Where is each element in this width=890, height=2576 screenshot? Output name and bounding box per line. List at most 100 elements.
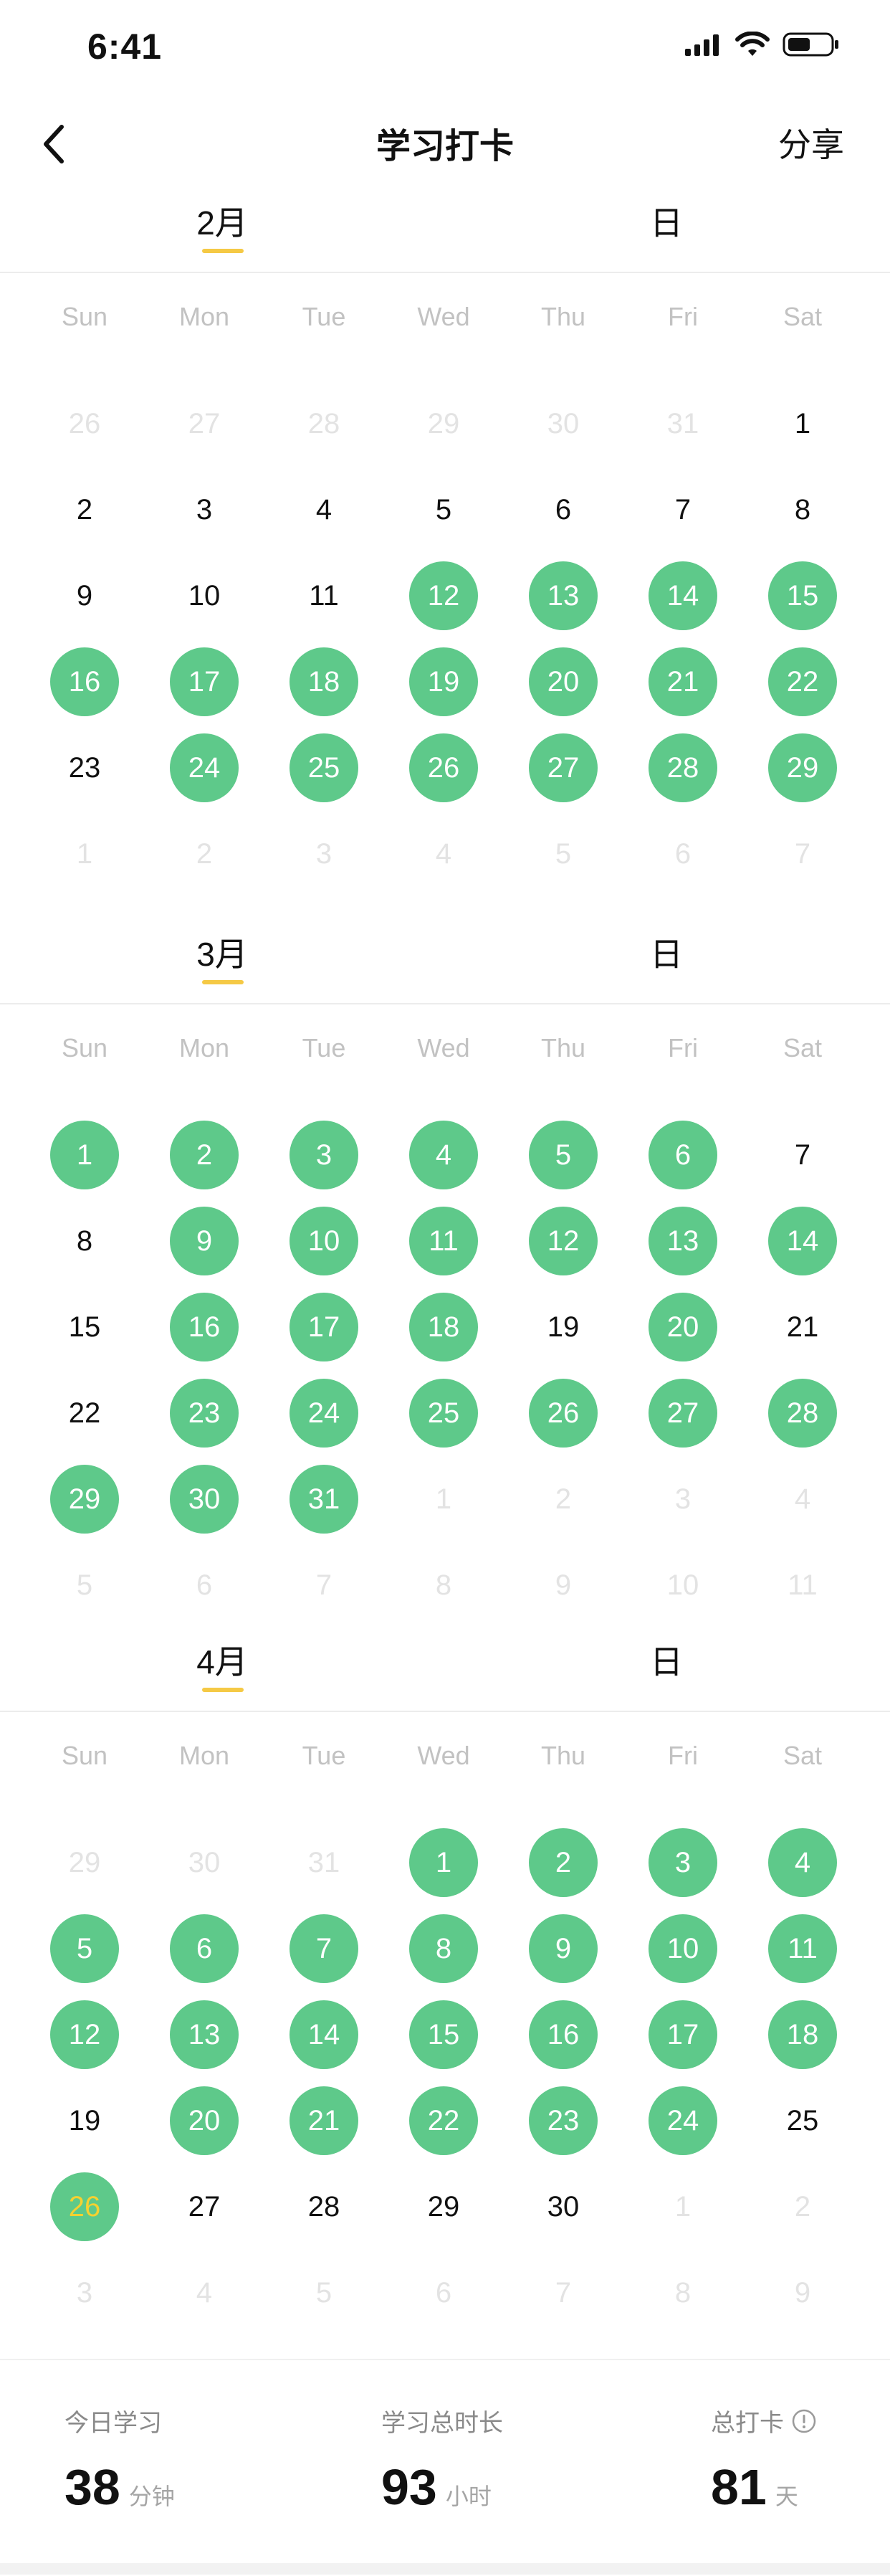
calendar-day-cell[interactable]: 27 [161,2164,247,2250]
calendar-day-cell[interactable]: 10 [640,1906,726,1992]
calendar-day-cell[interactable]: 11 [281,553,367,639]
calendar-day-cell[interactable]: 18 [281,639,367,725]
calendar-day-cell[interactable]: 29 [760,725,846,811]
calendar-day-cell[interactable]: 4 [401,1112,487,1198]
calendar-day-cell[interactable]: 27 [161,381,247,467]
calendar-day-cell[interactable]: 4 [281,467,367,553]
calendar-day-cell[interactable]: 12 [42,1992,128,2078]
calendar-day-cell[interactable]: 2 [42,467,128,553]
calendar-day-cell[interactable]: 7 [520,2250,606,2336]
calendar-day-cell[interactable]: 21 [640,639,726,725]
calendar-day-cell[interactable]: 26 [42,381,128,467]
calendar-day-cell[interactable]: 7 [760,1112,846,1198]
calendar-day-cell[interactable]: 2 [520,1456,606,1542]
calendar-day-cell[interactable]: 4 [760,1820,846,1906]
calendar-day-cell[interactable]: 22 [760,639,846,725]
calendar-day-cell[interactable]: 29 [401,2164,487,2250]
calendar-day-cell[interactable]: 26 [520,1370,606,1456]
calendar-day-cell[interactable]: 25 [760,2078,846,2164]
calendar-day-cell[interactable]: 5 [281,2250,367,2336]
info-icon[interactable] [791,2408,817,2434]
calendar-day-cell[interactable]: 14 [640,553,726,639]
calendar-day-cell[interactable]: 6 [401,2250,487,2336]
calendar-day-cell[interactable]: 5 [401,467,487,553]
calendar-day-cell[interactable]: 3 [42,2250,128,2336]
calendar-day-cell[interactable]: 19 [401,639,487,725]
calendar-day-cell[interactable]: 5 [42,1906,128,1992]
calendar-day-cell[interactable]: 7 [760,811,846,897]
calendar-day-cell[interactable]: 4 [161,2250,247,2336]
calendar-day-cell[interactable]: 20 [520,639,606,725]
calendar-day-cell[interactable]: 1 [42,1112,128,1198]
calendar-day-cell[interactable]: 5 [42,1542,128,1628]
calendar-day-cell[interactable]: 6 [161,1906,247,1992]
calendar-day-cell[interactable]: 25 [401,1370,487,1456]
calendar-day-cell[interactable]: 17 [161,639,247,725]
calendar-day-cell[interactable]: 31 [281,1820,367,1906]
calendar-day-cell[interactable]: 7 [281,1542,367,1628]
calendar-day-cell[interactable]: 29 [401,381,487,467]
calendar-day-cell[interactable]: 1 [42,811,128,897]
calendar-day-cell[interactable]: 4 [401,811,487,897]
calendar-day-cell[interactable]: 11 [760,1542,846,1628]
calendar-day-cell[interactable]: 23 [161,1370,247,1456]
calendar-day-cell[interactable]: 25 [281,725,367,811]
calendar-day-cell[interactable]: 16 [520,1992,606,2078]
calendar-day-cell[interactable]: 30 [161,1456,247,1542]
calendar-day-cell[interactable]: 24 [640,2078,726,2164]
calendar-day-cell[interactable]: 16 [42,639,128,725]
calendar-day-cell[interactable]: 10 [640,1542,726,1628]
share-button[interactable]: 分享 [778,119,844,166]
calendar-day-cell[interactable]: 29 [42,1456,128,1542]
calendar-day-cell[interactable]: 21 [760,1284,846,1370]
calendar-day-cell[interactable]: 6 [520,467,606,553]
calendar-day-cell[interactable]: 8 [42,1198,128,1284]
calendar-day-cell[interactable]: 3 [161,467,247,553]
calendar-day-cell[interactable]: 5 [520,1112,606,1198]
calendar-day-cell[interactable]: 24 [281,1370,367,1456]
calendar-day-cell[interactable]: 2 [161,811,247,897]
calendar-day-cell[interactable]: 9 [161,1198,247,1284]
calendar-day-cell[interactable]: 11 [401,1198,487,1284]
calendar-day-cell[interactable]: 30 [161,1820,247,1906]
calendar-day-cell[interactable]: 31 [640,381,726,467]
calendar-day-cell[interactable]: 28 [640,725,726,811]
calendar-day-cell[interactable]: 8 [760,467,846,553]
calendar-day-cell[interactable]: 22 [401,2078,487,2164]
calendar-day-cell[interactable]: 2 [760,2164,846,2250]
calendar-day-cell[interactable]: 20 [640,1284,726,1370]
calendar-day-cell[interactable]: 3 [640,1820,726,1906]
calendar-day-cell[interactable]: 28 [281,381,367,467]
calendar-day-cell[interactable]: 26 [42,2164,128,2250]
calendar-day-cell[interactable]: 17 [640,1992,726,2078]
calendar-day-cell[interactable]: 3 [281,1112,367,1198]
calendar-day-cell[interactable]: 9 [42,553,128,639]
calendar-day-cell[interactable]: 9 [760,2250,846,2336]
calendar-day-cell[interactable]: 30 [520,2164,606,2250]
calendar-day-cell[interactable]: 17 [281,1284,367,1370]
tab-month[interactable]: 3月 [179,928,265,976]
tab-day[interactable]: 日 [638,1636,695,1683]
calendar-day-cell[interactable]: 22 [42,1370,128,1456]
calendar-day-cell[interactable]: 1 [401,1820,487,1906]
tab-month[interactable]: 4月 [179,1636,265,1683]
calendar-day-cell[interactable]: 29 [42,1820,128,1906]
tab-day[interactable]: 日 [638,928,695,976]
calendar-day-cell[interactable]: 2 [520,1820,606,1906]
calendar-day-cell[interactable]: 14 [281,1992,367,2078]
calendar-day-cell[interactable]: 13 [161,1992,247,2078]
calendar-day-cell[interactable]: 8 [401,1542,487,1628]
calendar-day-cell[interactable]: 7 [281,1906,367,1992]
calendar-day-cell[interactable]: 16 [161,1284,247,1370]
calendar-day-cell[interactable]: 21 [281,2078,367,2164]
calendar-day-cell[interactable]: 1 [640,2164,726,2250]
calendar-day-cell[interactable]: 12 [520,1198,606,1284]
calendar-day-cell[interactable]: 4 [760,1456,846,1542]
calendar-day-cell[interactable]: 6 [640,1112,726,1198]
calendar-day-cell[interactable]: 31 [281,1456,367,1542]
calendar-day-cell[interactable]: 10 [281,1198,367,1284]
calendar-day-cell[interactable]: 26 [401,725,487,811]
calendar-day-cell[interactable]: 24 [161,725,247,811]
calendar-day-cell[interactable]: 11 [760,1906,846,1992]
calendar-day-cell[interactable]: 2 [161,1112,247,1198]
